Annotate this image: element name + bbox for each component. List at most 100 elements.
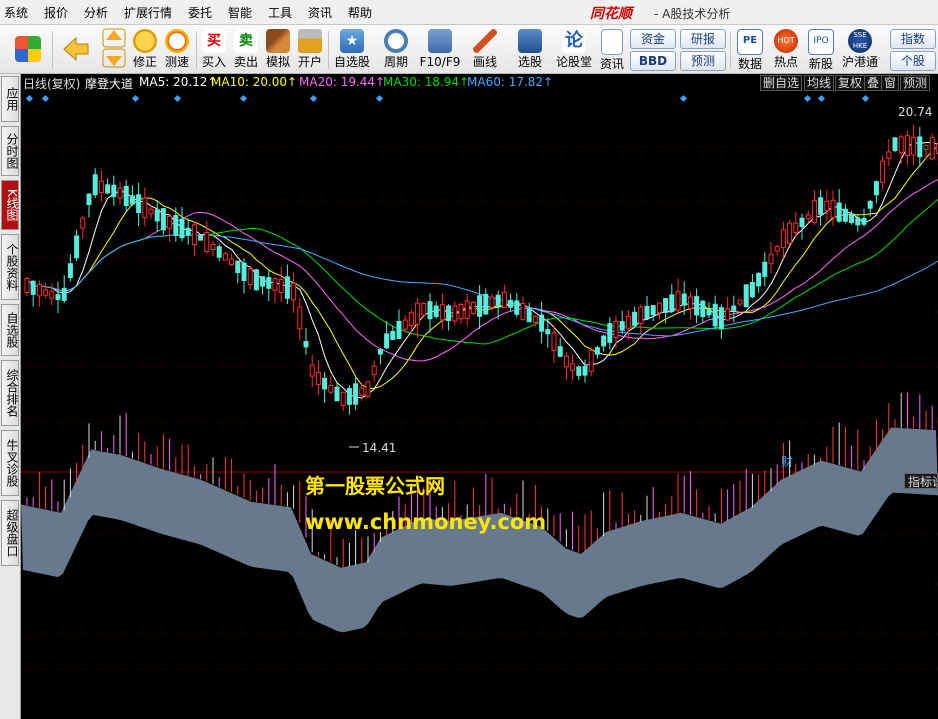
sell-icon: 卖 xyxy=(234,29,258,53)
forecast-view-button[interactable]: 预测 xyxy=(900,75,931,91)
menu-extended-market[interactable]: 扩展行情 xyxy=(124,4,172,21)
hotspot-label: 热点 xyxy=(773,55,798,69)
open-account-button[interactable]: 开户 xyxy=(296,27,324,71)
f10-button[interactable]: F10/F9 xyxy=(418,27,462,71)
app-subtitle: - A股技术分析 xyxy=(654,7,731,21)
indicator-help-button[interactable]: 指标说 xyxy=(904,473,938,489)
fix-button[interactable]: 修正 xyxy=(130,27,160,71)
index-button[interactable]: 指数 xyxy=(890,29,936,49)
single-stock-button[interactable]: 个股 xyxy=(890,51,936,71)
back-button[interactable] xyxy=(58,27,94,71)
data-button[interactable]: PE 数据 xyxy=(734,27,766,71)
toolbar: 修正 测速 买 买入 卖 卖出 模拟 开户 ★ 自选股 周期 F10/F9 画线… xyxy=(0,25,938,74)
forum-label: 论股堂 xyxy=(555,55,592,69)
ma60-value: MA60: 17.82↑ xyxy=(467,75,554,89)
menu-entrust[interactable]: 委托 xyxy=(188,4,212,21)
buy-button[interactable]: 买 买入 xyxy=(200,27,228,71)
watermark-title: 第一股票公式网 xyxy=(305,474,445,498)
ma5-value: MA5: 20.12↑ xyxy=(139,75,218,89)
up-down-arrows-icon xyxy=(102,28,126,68)
clock-icon xyxy=(165,29,189,53)
remove-watchlist-button[interactable]: 删自选 xyxy=(760,75,803,91)
tab-order-book[interactable]: 超级盘口 xyxy=(1,500,19,566)
capital-flow-button[interactable]: 资金 xyxy=(630,29,676,49)
data-label: 数据 xyxy=(737,57,762,71)
speedtest-button[interactable]: 测速 xyxy=(162,27,192,71)
hk-connect-label: 沪港通 xyxy=(841,55,878,69)
ma10-value: MA10: 20.00↑ xyxy=(211,75,298,89)
speedtest-label: 测速 xyxy=(164,55,189,69)
scroll-buttons[interactable] xyxy=(100,27,128,71)
tab-watchlist-label: 自选股 xyxy=(5,312,19,348)
star-folder-icon: ★ xyxy=(340,29,364,53)
menu-tools[interactable]: 工具 xyxy=(268,4,292,21)
menu-quote[interactable]: 报价 xyxy=(44,4,68,21)
simulate-label: 模拟 xyxy=(265,55,290,69)
period-button[interactable]: 周期 xyxy=(378,27,414,71)
price-high-label: 20.74 xyxy=(898,105,932,119)
overlay-button[interactable]: 叠 xyxy=(864,75,883,91)
period-indicator[interactable]: 日线(复权) xyxy=(23,75,80,92)
windows-grid-button[interactable] xyxy=(8,27,48,71)
adjust-button[interactable]: 复权 xyxy=(835,75,866,91)
menu-info[interactable]: 资讯 xyxy=(308,4,332,21)
pe-icon: PE xyxy=(737,29,763,55)
research-report-button[interactable]: 研报 xyxy=(680,29,726,49)
candlesticks xyxy=(24,124,938,415)
tab-kline[interactable]: K线图 xyxy=(1,180,19,230)
ma-lines xyxy=(26,141,938,399)
forecast-button[interactable]: 预测 xyxy=(680,51,726,71)
menu-bar: 系统 报价 分析 扩展行情 委托 智能 工具 资讯 帮助 同花顺 - A股技术分… xyxy=(0,0,938,25)
event-marker[interactable]: 财 xyxy=(781,455,793,469)
ipo-icon: IPO xyxy=(808,29,834,55)
tab-stock-profile-label: 个股资料 xyxy=(5,243,19,291)
stock-picker-button[interactable]: 选股 xyxy=(512,27,548,71)
windows-grid-icon xyxy=(15,36,41,62)
watchlist-button[interactable]: ★ 自选股 xyxy=(332,27,372,71)
buy-label: 买入 xyxy=(201,55,226,69)
watchlist-label: 自选股 xyxy=(333,55,370,69)
hk-connect-button[interactable]: SSE HKE 沪港通 xyxy=(840,27,880,71)
sell-button[interactable]: 卖 卖出 xyxy=(232,27,260,71)
tab-kline-label: K线图 xyxy=(5,189,19,221)
simulate-button[interactable]: 模拟 xyxy=(264,27,292,71)
tab-watchlist[interactable]: 自选股 xyxy=(1,304,19,356)
menu-analysis[interactable]: 分析 xyxy=(84,4,108,21)
tab-apps[interactable]: 应用 xyxy=(1,76,19,122)
ma20-value: MA20: 19.44↑ xyxy=(299,75,386,89)
tab-ranking-label: 综合排名 xyxy=(5,369,19,417)
tab-intraday[interactable]: 分时图 xyxy=(1,126,19,176)
back-arrow-icon xyxy=(62,36,90,62)
f10-label: F10/F9 xyxy=(419,55,461,69)
left-tab-bar: 应用 分时图 K线图 个股资料 自选股 综合排名 牛叉诊股 超级盘口 xyxy=(0,74,21,719)
ma-button[interactable]: 均线 xyxy=(804,75,835,91)
draw-line-button[interactable]: 画线 xyxy=(468,27,502,71)
new-stock-label: 新股 xyxy=(808,57,833,71)
kline-chart[interactable]: 20.74 14.41 财 xyxy=(21,74,938,719)
forum-button[interactable]: 论 论股堂 xyxy=(554,27,594,71)
document-icon xyxy=(601,29,623,55)
open-account-label: 开户 xyxy=(297,55,322,69)
refresh-icon xyxy=(133,29,157,53)
tab-order-book-label: 超级盘口 xyxy=(5,509,19,557)
draw-line-label: 画线 xyxy=(472,55,497,69)
tab-apps-label: 应用 xyxy=(5,87,19,111)
lun-icon: 论 xyxy=(562,29,586,53)
menu-help[interactable]: 帮助 xyxy=(348,4,372,21)
monitor-icon xyxy=(518,29,542,53)
menu-smart[interactable]: 智能 xyxy=(228,4,252,21)
new-stock-button[interactable]: IPO 新股 xyxy=(806,27,836,71)
tab-stock-profile[interactable]: 个股资料 xyxy=(1,234,19,300)
bbd-button[interactable]: BBD xyxy=(630,51,676,71)
pen-icon xyxy=(473,29,497,53)
tab-diagnosis[interactable]: 牛叉诊股 xyxy=(1,430,19,496)
window-button[interactable]: 窗 xyxy=(881,75,900,91)
news-button[interactable]: 资讯 xyxy=(598,27,626,71)
stock-name: 摩登大道 xyxy=(85,77,134,91)
tab-ranking[interactable]: 综合排名 xyxy=(1,360,19,426)
fix-label: 修正 xyxy=(132,55,157,69)
menu-system[interactable]: 系统 xyxy=(4,4,28,21)
buy-icon: 买 xyxy=(202,29,226,53)
hotspot-button[interactable]: HOT 热点 xyxy=(770,27,802,71)
watermark-url: www.chnmoney.com xyxy=(305,510,547,534)
